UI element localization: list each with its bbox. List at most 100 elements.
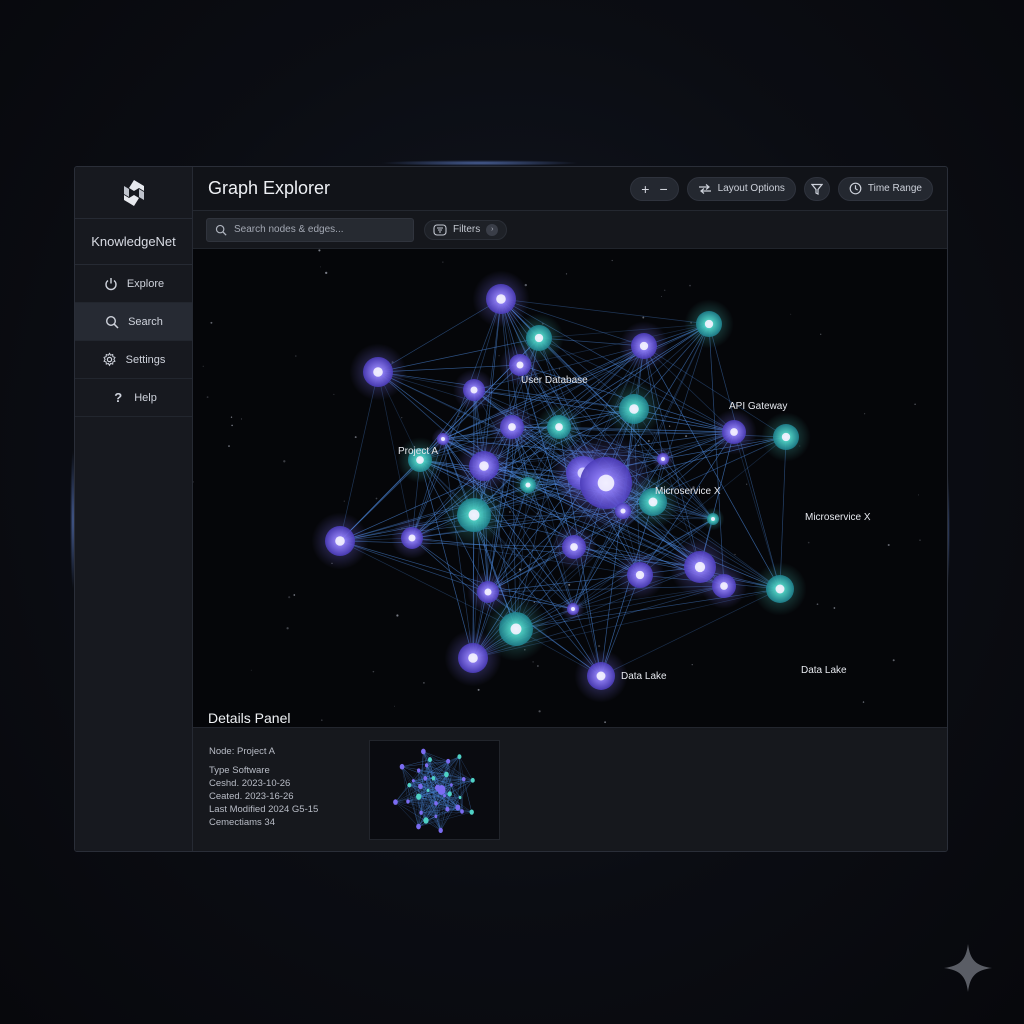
- search-bar: Filters ›: [193, 211, 947, 249]
- details-title: Details Panel: [208, 710, 291, 726]
- node-core: [484, 588, 492, 596]
- star-dot: [611, 259, 613, 262]
- star-dot: [192, 481, 194, 483]
- thumbnail-node: [427, 757, 432, 763]
- sidebar-item-help[interactable]: ? Help: [75, 379, 192, 417]
- star-dot: [325, 271, 328, 275]
- details-list: Node: Project A Type Software Ceshd. 202…: [209, 745, 318, 829]
- star-dot: [807, 541, 810, 544]
- filter-button[interactable]: [803, 176, 830, 201]
- star-dot: [887, 543, 890, 547]
- graph-svg[interactable]: User Database API Gateway Project A Micr…: [192, 249, 948, 727]
- star-dot: [820, 333, 822, 335]
- thumbnail-node: [419, 810, 423, 815]
- toolbar: + − Layout Options Time Range: [630, 176, 933, 201]
- star-dot: [228, 445, 230, 448]
- layout-options-button[interactable]: Layout Options: [686, 176, 796, 201]
- node-core: [534, 333, 544, 343]
- layout-options-label: Layout Options: [717, 183, 785, 194]
- star-dot: [458, 415, 460, 417]
- thumbnail-node: [434, 814, 438, 818]
- filters-icon: [433, 223, 447, 236]
- sidebar-item-explore[interactable]: Explore: [75, 265, 192, 303]
- star-dot: [892, 659, 895, 662]
- star-dot: [295, 355, 297, 357]
- thumbnail-node: [426, 788, 430, 793]
- thumbnail-node: [411, 779, 415, 783]
- graph-thumbnail[interactable]: [369, 740, 500, 840]
- star-dot: [598, 645, 601, 648]
- star-dot: [318, 249, 321, 252]
- node-label-data-lake-right: Data Lake: [801, 665, 847, 676]
- node-core: [730, 428, 738, 436]
- sidebar-item-settings[interactable]: Settings: [75, 341, 192, 379]
- zoom-out-button[interactable]: −: [659, 181, 667, 197]
- star-dot: [498, 354, 500, 357]
- thumbnail-node: [444, 771, 449, 778]
- details-last-modified: Last Modified 2024 G5-15: [209, 804, 319, 815]
- node-core: [525, 482, 531, 488]
- time-range-label: Time Range: [867, 183, 922, 194]
- graph-canvas[interactable]: User Database API Gateway Project A Micr…: [192, 249, 948, 727]
- node-core: [781, 432, 791, 442]
- details-connections: Cemectiams 34: [209, 817, 275, 828]
- node-core: [510, 623, 522, 635]
- thumbnail-node: [399, 763, 405, 770]
- star-dot: [354, 436, 357, 439]
- node-core: [408, 534, 416, 542]
- search-input[interactable]: [234, 224, 404, 235]
- star-dot: [375, 497, 378, 500]
- thumbnail-node: [424, 763, 429, 768]
- filters-count-badge: ›: [486, 223, 499, 236]
- star-dot: [663, 289, 666, 292]
- node-label-user-database: User Database: [521, 375, 588, 386]
- sidebar-item-search[interactable]: Search: [75, 303, 192, 341]
- search-box[interactable]: [206, 217, 414, 242]
- node-core: [373, 367, 383, 377]
- node-core: [508, 423, 516, 431]
- thumbnail-node: [416, 768, 421, 773]
- details-created-2: Ceated. 2023-16-26: [209, 791, 294, 802]
- thumbnail-node: [438, 827, 443, 833]
- sidebar-item-label: Explore: [126, 277, 165, 290]
- sparkle-icon: [944, 944, 992, 992]
- thumbnail-node: [469, 809, 474, 815]
- node-core: [479, 461, 489, 471]
- thumbnail-node: [458, 795, 462, 800]
- main-area: Graph Explorer + − Layout Options Time R…: [192, 167, 948, 851]
- logo-icon: [123, 179, 144, 206]
- node-core: [720, 582, 728, 590]
- graph-edge: [407, 785, 410, 802]
- details-created-1: Ceshd. 2023-10-26: [209, 778, 291, 789]
- node-label-api-gateway: API Gateway: [729, 401, 787, 412]
- search-icon: [104, 314, 120, 330]
- node-core: [635, 570, 645, 580]
- thumbnail-node: [437, 785, 446, 795]
- thumbnail-node: [461, 777, 466, 782]
- node-core: [661, 457, 665, 461]
- star-dot: [914, 403, 916, 406]
- sidebar-item-label: Help: [134, 391, 157, 404]
- node-label-microservice-inner: Microservice X: [655, 486, 721, 497]
- star-dot: [401, 416, 403, 419]
- zoom-in-button[interactable]: +: [641, 181, 649, 197]
- star-dot: [668, 425, 671, 427]
- star-dot: [288, 596, 291, 599]
- node-core: [496, 294, 506, 304]
- node-core: [416, 456, 424, 464]
- node-core: [629, 404, 639, 414]
- filters-button[interactable]: Filters ›: [424, 219, 508, 240]
- thumbnail-node: [416, 823, 421, 830]
- node-core: [596, 671, 606, 681]
- thumbnail-node: [460, 809, 464, 814]
- time-range-button[interactable]: Time Range: [837, 176, 933, 201]
- thumbnail-node: [443, 794, 446, 798]
- top-bar: Graph Explorer + − Layout Options Time R…: [193, 167, 947, 211]
- star-dot: [210, 321, 213, 324]
- star-dot: [396, 614, 399, 617]
- thumbnail-node: [406, 799, 410, 804]
- thumbnail-node: [418, 783, 423, 790]
- graph-edge: [411, 537, 641, 576]
- star-dot: [538, 710, 541, 713]
- star-dot: [230, 416, 233, 418]
